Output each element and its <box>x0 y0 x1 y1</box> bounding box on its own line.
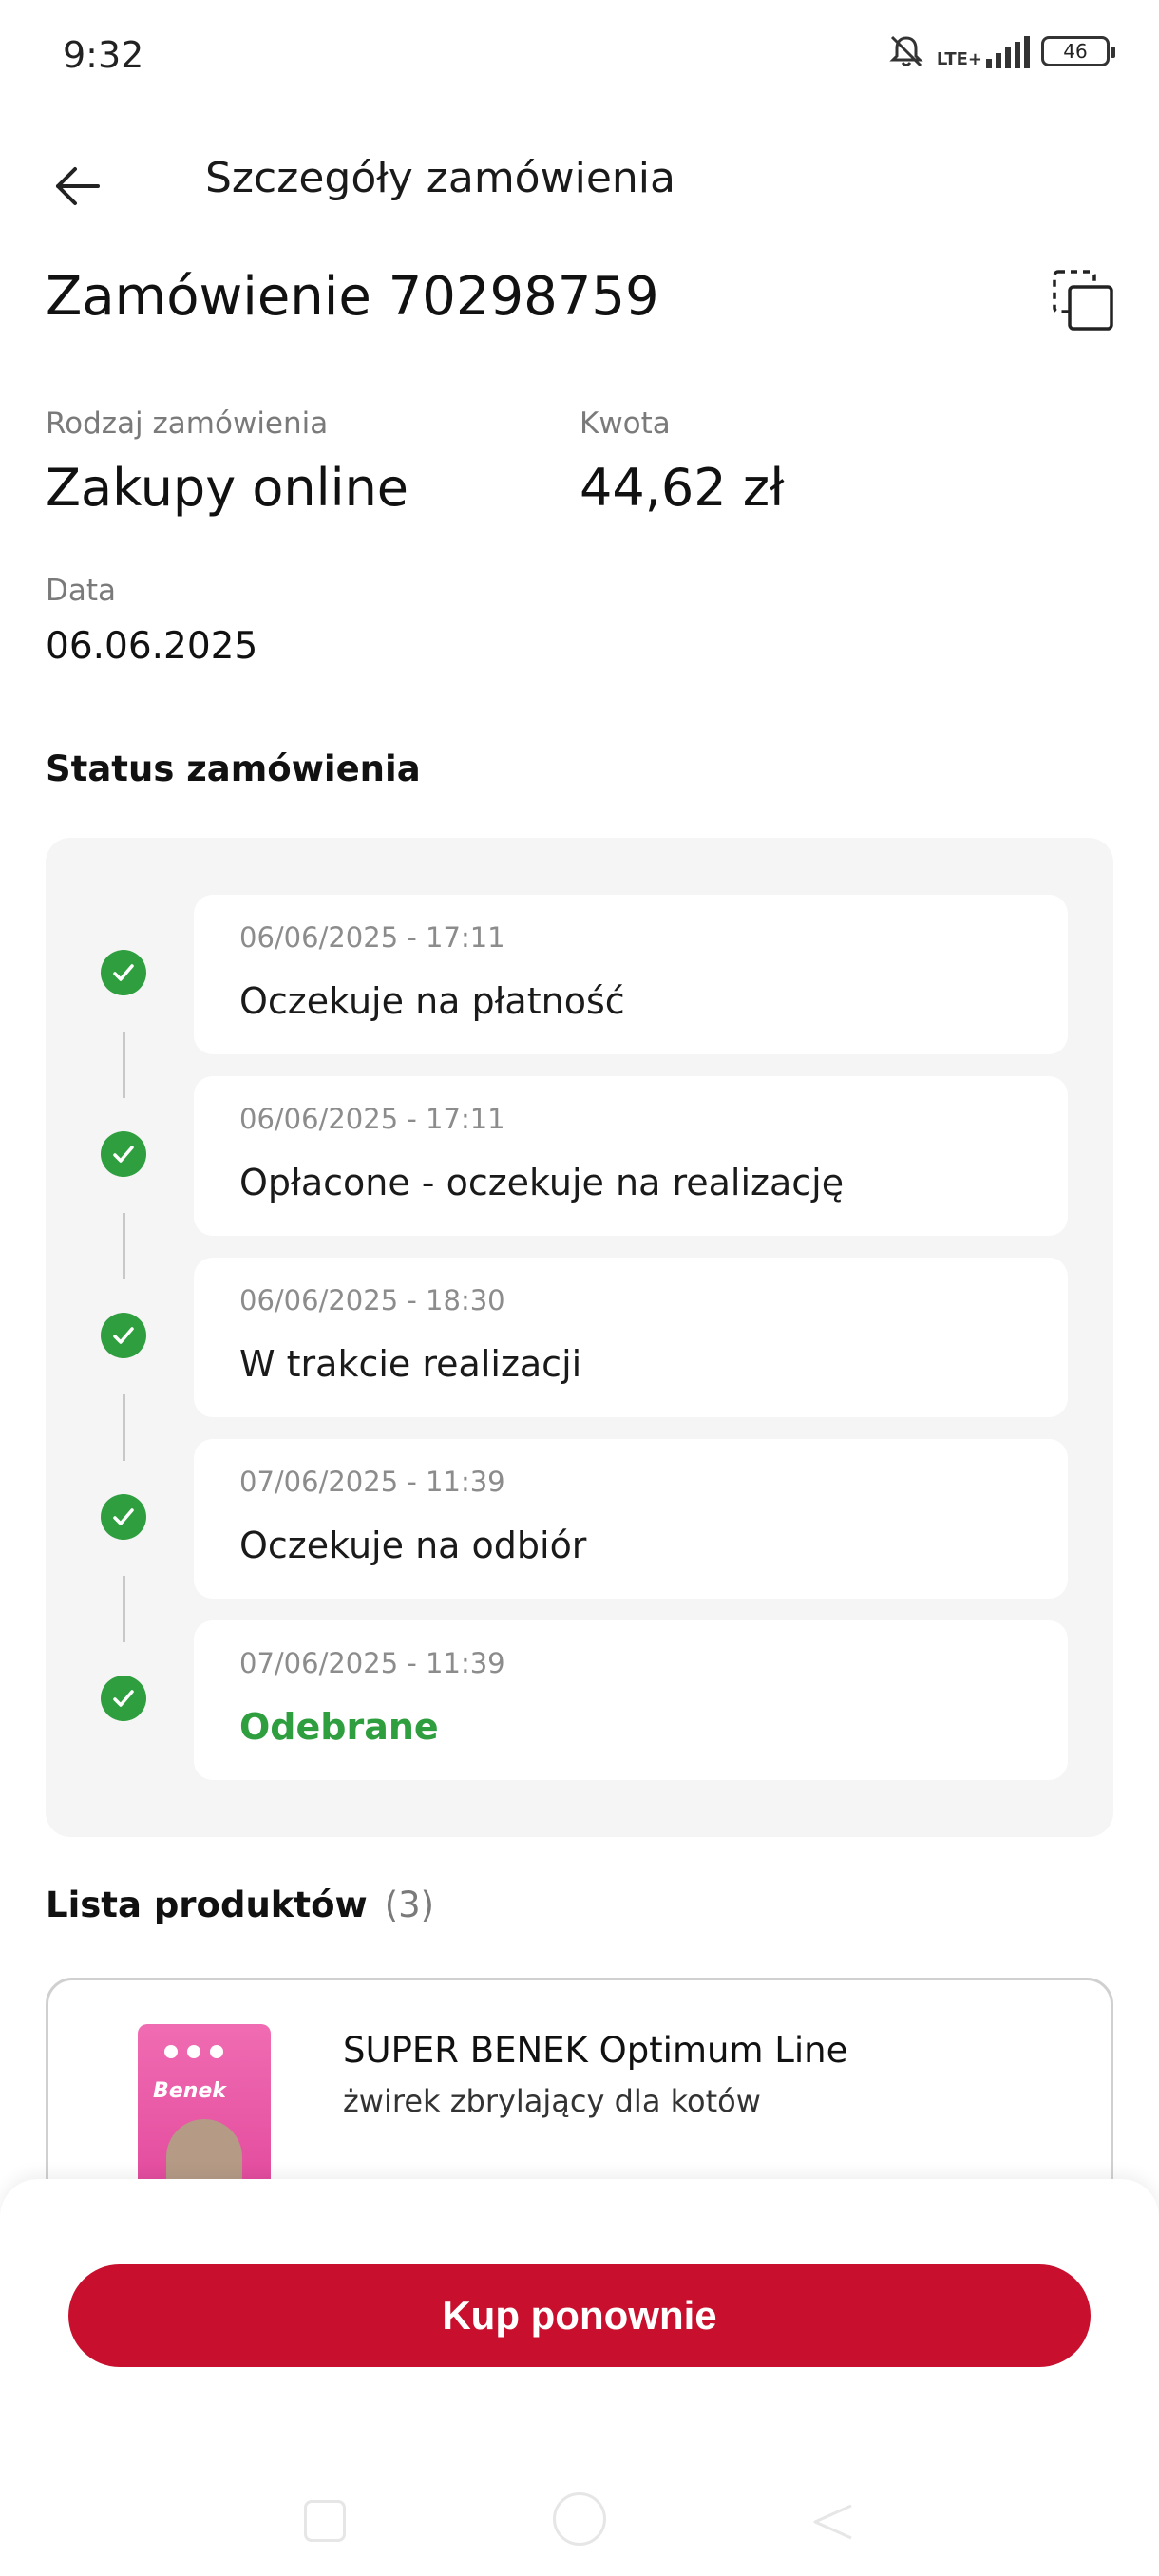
back-nav-icon[interactable] <box>809 2498 857 2546</box>
products-title: Lista produktów <box>46 1885 368 1925</box>
system-nav-bar <box>0 2470 1159 2576</box>
order-title: Zamówienie 70298759 <box>46 266 659 328</box>
check-icon <box>101 950 146 995</box>
amount-value: 44,62 zł <box>580 458 785 518</box>
timeline-connector <box>123 1576 125 1642</box>
step-status: Oczekuje na odbiór <box>239 1525 587 1566</box>
product-image-brand: Benek <box>153 2079 226 2103</box>
recent-apps-button[interactable] <box>304 2500 346 2542</box>
check-icon <box>101 1313 146 1358</box>
step-status: Oczekuje na płatność <box>239 980 625 1022</box>
timeline-step: 07/06/2025 - 11:39 Oczekuje na odbiór <box>194 1439 1068 1599</box>
page-title: Szczegóły zamówienia <box>205 154 675 202</box>
products-count: (3) <box>384 1885 435 1925</box>
order-type-value: Zakupy online <box>46 458 409 518</box>
status-icons: LTE+ 46 <box>887 32 1115 70</box>
check-icon <box>101 1131 146 1177</box>
back-button[interactable] <box>42 150 114 222</box>
copy-icon <box>1053 270 1113 331</box>
step-date: 07/06/2025 - 11:39 <box>239 1647 505 1679</box>
copy-button[interactable] <box>1051 268 1115 332</box>
step-date: 06/06/2025 - 18:30 <box>239 1284 505 1316</box>
products-section-title: Lista produktów (3) <box>46 1885 434 1925</box>
arrow-left-icon <box>56 167 100 205</box>
bell-muted-icon <box>889 35 923 67</box>
timeline-step: 06/06/2025 - 17:11 Opłacone - oczekuje n… <box>194 1076 1068 1236</box>
status-timeline: 06/06/2025 - 17:11 Oczekuje na płatność … <box>46 838 1113 1837</box>
order-type-label: Rodzaj zamówienia <box>46 407 329 441</box>
status-section-title: Status zamówienia <box>46 748 421 789</box>
timeline-step: 07/06/2025 - 11:39 Odebrane <box>194 1620 1068 1780</box>
timeline-step: 06/06/2025 - 18:30 W trakcie realizacji <box>194 1258 1068 1417</box>
timeline-step: 06/06/2025 - 17:11 Oczekuje na płatność <box>194 895 1068 1054</box>
step-status: Opłacone - oczekuje na realizację <box>239 1162 845 1203</box>
network-type: LTE+ <box>936 49 982 69</box>
step-status-final: Odebrane <box>239 1706 439 1748</box>
step-date: 06/06/2025 - 17:11 <box>239 921 505 954</box>
step-status: W trakcie realizacji <box>239 1343 582 1385</box>
timeline-connector <box>123 1213 125 1279</box>
battery-icon: 46 <box>1041 36 1115 66</box>
check-icon <box>101 1494 146 1540</box>
amount-label: Kwota <box>580 407 671 441</box>
date-value: 06.06.2025 <box>46 625 258 668</box>
signal-icon <box>986 34 1030 68</box>
check-icon <box>101 1676 146 1721</box>
step-date: 07/06/2025 - 11:39 <box>239 1466 505 1498</box>
timeline-connector <box>123 1032 125 1098</box>
app-bar: Szczegóły zamówienia <box>0 133 1159 228</box>
buy-again-button[interactable]: Kup ponownie <box>68 2264 1091 2367</box>
timeline-connector <box>123 1394 125 1461</box>
product-description: żwirek zbrylający dla kotów <box>343 2083 761 2119</box>
status-time: 9:32 <box>63 34 144 76</box>
battery-level: 46 <box>1063 40 1088 63</box>
status-bar: 9:32 LTE+ 46 <box>0 0 1159 114</box>
date-label: Data <box>46 574 117 608</box>
network-indicator: LTE+ <box>937 34 1030 68</box>
step-date: 06/06/2025 - 17:11 <box>239 1103 505 1135</box>
home-button[interactable] <box>553 2492 606 2546</box>
product-name: SUPER BENEK Optimum Line <box>343 2030 848 2071</box>
